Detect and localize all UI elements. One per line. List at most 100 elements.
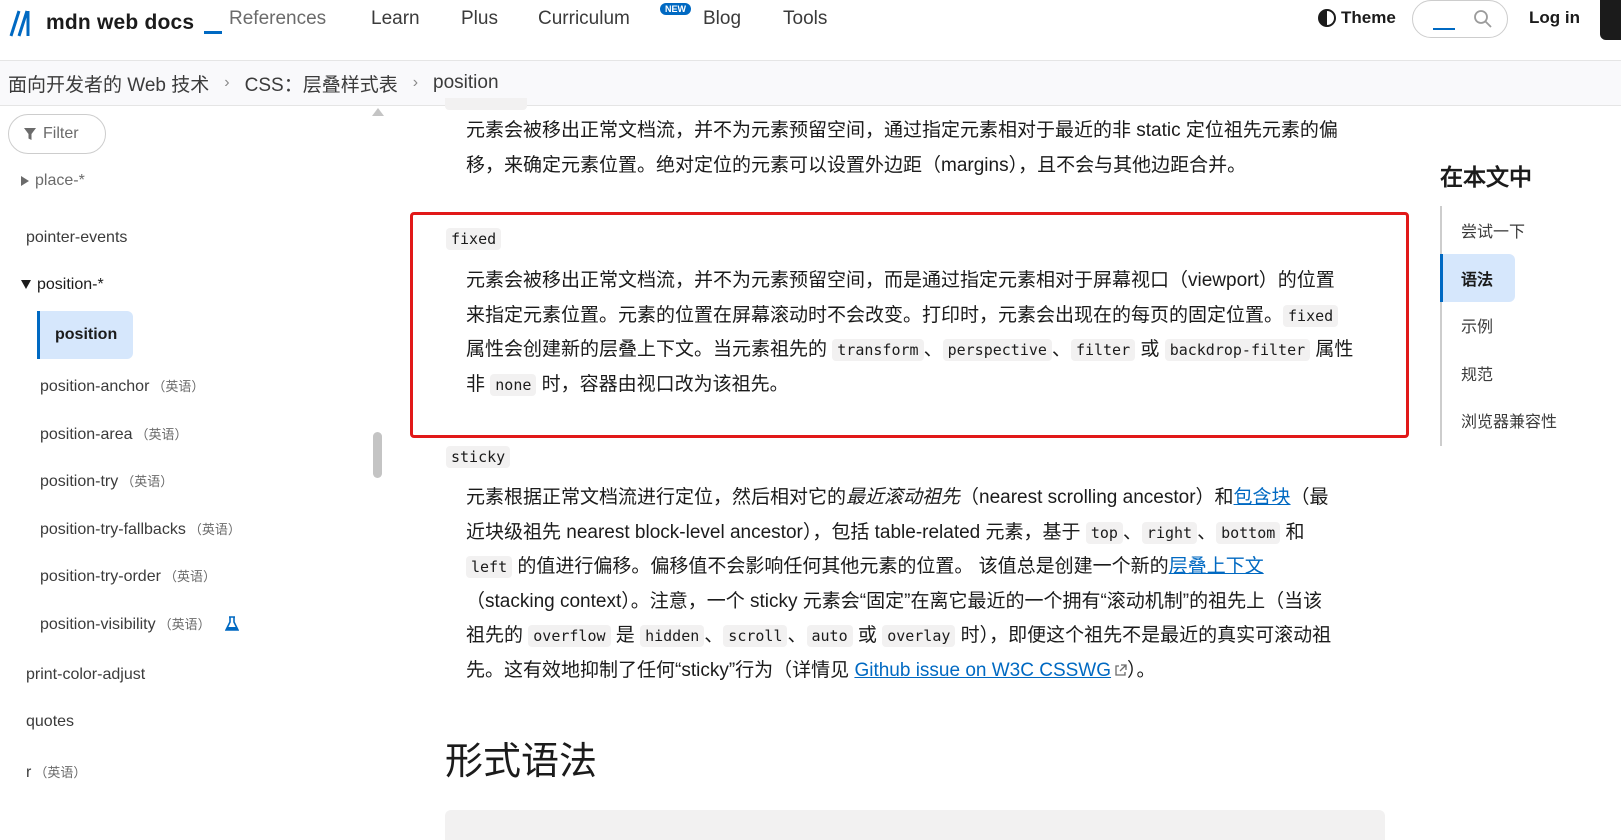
- sidebar-item-label: position-try: [40, 473, 119, 490]
- sidebar-item-quotes[interactable]: quotes: [26, 713, 74, 731]
- nav-references[interactable]: References: [229, 8, 326, 30]
- code-top: top: [1085, 521, 1123, 544]
- text-run: 或: [1135, 339, 1165, 360]
- text-run: 时），即便这个祖先不是最近的真实可滚动祖: [955, 625, 1332, 646]
- absolute-description: 元素会被移出正常文档流，并不为元素预留空间，通过指定元素相对于最近的非 stat…: [466, 114, 1386, 183]
- sidebar-item-label: position-*: [37, 276, 104, 293]
- new-badge: NEW: [660, 3, 691, 15]
- fixed-description: 元素会被移出正常文档流，并不为元素预留空间，而是通过指定元素相对于屏幕视口（vi…: [466, 264, 1386, 402]
- logo-underscore: [204, 30, 223, 34]
- sidebar-item-label: r: [26, 764, 32, 781]
- filter-placeholder: Filter: [43, 125, 79, 142]
- english-tag: （英语）: [163, 569, 216, 584]
- theme-icon: [1318, 9, 1336, 27]
- term-fixed: fixed: [446, 228, 502, 250]
- sidebar-item-r[interactable]: r （英语）: [26, 762, 86, 782]
- sidebar-item-position-area[interactable]: position-area （英语）: [40, 424, 188, 444]
- sidebar-scrollbar[interactable]: [373, 432, 382, 478]
- mdn-logo-icon: [9, 10, 30, 37]
- top-navigation: mdn web docs References Learn Plus Curri…: [0, 0, 1621, 60]
- breadcrumb-css[interactable]: CSS：层叠样式表: [245, 70, 398, 97]
- code-scroll: scroll: [723, 625, 788, 647]
- sidebar-item-label: position-try-fallbacks: [40, 521, 186, 538]
- text-run: 祖先的: [466, 625, 529, 646]
- search-icon: [1474, 10, 1492, 28]
- caret-down-icon: [21, 280, 31, 290]
- sticky-description: 元素根据正常文档流进行定位，然后相对它的最近滚动祖先（nearest scrol…: [466, 481, 1386, 688]
- text-run: 、: [787, 625, 807, 646]
- text-run: 先。这有效地抑制了任何“sticky”行为（详情见: [466, 659, 855, 681]
- text-run: （nearest scrolling ancestor）和: [960, 487, 1234, 508]
- sidebar-item-pointer-events[interactable]: pointer-events: [26, 229, 127, 247]
- sidebar-item-position-try[interactable]: position-try （英语）: [40, 471, 173, 491]
- nav-tools[interactable]: Tools: [783, 8, 827, 30]
- text-run: 近块级祖先 nearest block-level ancestor），包括 t…: [466, 521, 1086, 543]
- sidebar-item-position[interactable]: position: [37, 311, 133, 359]
- breadcrumb-web-tech[interactable]: 面向开发者的 Web 技术: [8, 70, 209, 97]
- toc-item-browser-compat[interactable]: 浏览器兼容性: [1461, 408, 1557, 432]
- syntax-code-block: [445, 810, 1385, 840]
- toc-item-examples[interactable]: 示例: [1461, 313, 1493, 337]
- github-issue-link[interactable]: Github issue on W3C CSSWG: [854, 660, 1127, 681]
- text-run: 元素会被移出正常文档流，并不为元素预留空间，而是通过指定元素相对于屏幕视口（vi…: [466, 270, 1335, 291]
- english-tag: （英语）: [121, 474, 174, 489]
- sidebar-item-label: position-anchor: [40, 378, 150, 395]
- filter-input[interactable]: Filter: [8, 114, 106, 154]
- user-menu-edge[interactable]: [1600, 0, 1621, 40]
- sidebar: Filter place-* pointer-events position-*…: [0, 106, 390, 826]
- code-term-partial: [445, 98, 527, 110]
- text-run: 元素根据正常文档流进行定位，然后相对它的: [466, 487, 847, 508]
- english-tag: （英语）: [152, 379, 205, 394]
- sidebar-item-position-anchor[interactable]: position-anchor （英语）: [40, 376, 204, 396]
- text-run: 或: [852, 625, 883, 646]
- text-run: 是: [610, 625, 641, 646]
- login-link[interactable]: Log in: [1529, 8, 1580, 28]
- text-run: 、: [1197, 521, 1217, 543]
- code-bottom: bottom: [1216, 521, 1281, 544]
- text-run: 、: [704, 625, 724, 646]
- text-run: （最: [1290, 487, 1329, 508]
- text-run: ）。: [1127, 659, 1156, 681]
- code-fixed: fixed: [1283, 304, 1339, 327]
- sidebar-item-place[interactable]: place-*: [21, 172, 85, 190]
- code-overflow: overflow: [528, 625, 611, 647]
- text-run: 来指定元素位置。元素的位置在屏幕滚动时不会改变。打印时，元素会出现在的每页的固定…: [466, 304, 1284, 326]
- nav-plus[interactable]: Plus: [461, 8, 498, 30]
- toc-rail: [1440, 206, 1442, 446]
- code-none: none: [490, 373, 537, 396]
- toc-item-specs[interactable]: 规范: [1461, 361, 1493, 385]
- theme-label: Theme: [1341, 8, 1396, 27]
- code-left: left: [466, 556, 513, 578]
- breadcrumb-position[interactable]: position: [433, 72, 499, 94]
- code-right: right: [1141, 521, 1198, 544]
- sidebar-item-position-try-order[interactable]: position-try-order （英语）: [40, 566, 216, 586]
- search-input[interactable]: [1412, 0, 1508, 38]
- logo-text: mdn web docs: [46, 11, 195, 34]
- code-auto: auto: [806, 625, 853, 647]
- sidebar-item-position-try-fallbacks[interactable]: position-try-fallbacks （英语）: [40, 519, 241, 539]
- emphasis-text: 最近滚动祖先: [846, 487, 961, 508]
- nav-blog[interactable]: Blog: [703, 8, 741, 30]
- nav-learn[interactable]: Learn: [371, 8, 420, 30]
- code-perspective: perspective: [942, 339, 1052, 361]
- mdn-logo[interactable]: mdn web docs: [8, 6, 223, 40]
- nav-curriculum[interactable]: Curriculum: [538, 8, 630, 30]
- sidebar-item-label: place-*: [35, 172, 85, 189]
- scroll-up-arrow-icon[interactable]: [372, 108, 384, 116]
- sidebar-item-position-group[interactable]: position-*: [21, 276, 104, 294]
- sidebar-item-label: position-area: [40, 426, 133, 443]
- text-run: 、: [1122, 521, 1142, 543]
- text-run: 、: [1051, 339, 1071, 360]
- toc-item-try-it[interactable]: 尝试一下: [1461, 218, 1525, 242]
- breadcrumb: 面向开发者的 Web 技术 › CSS：层叠样式表 › position: [0, 60, 1621, 106]
- containing-block-link[interactable]: 包含块: [1234, 487, 1291, 508]
- chevron-right-icon: ›: [224, 74, 230, 91]
- toc-title: 在本文中: [1440, 164, 1532, 190]
- caret-right-icon: [21, 175, 29, 186]
- theme-button[interactable]: Theme: [1318, 8, 1396, 28]
- sidebar-item-print-color-adjust[interactable]: print-color-adjust: [26, 666, 145, 684]
- toc-item-syntax[interactable]: 语法: [1440, 254, 1515, 302]
- stacking-context-link[interactable]: 层叠上下文: [1169, 556, 1264, 577]
- external-link-icon: [1115, 663, 1127, 676]
- sidebar-item-position-visibility[interactable]: position-visibility （英语）: [40, 614, 240, 634]
